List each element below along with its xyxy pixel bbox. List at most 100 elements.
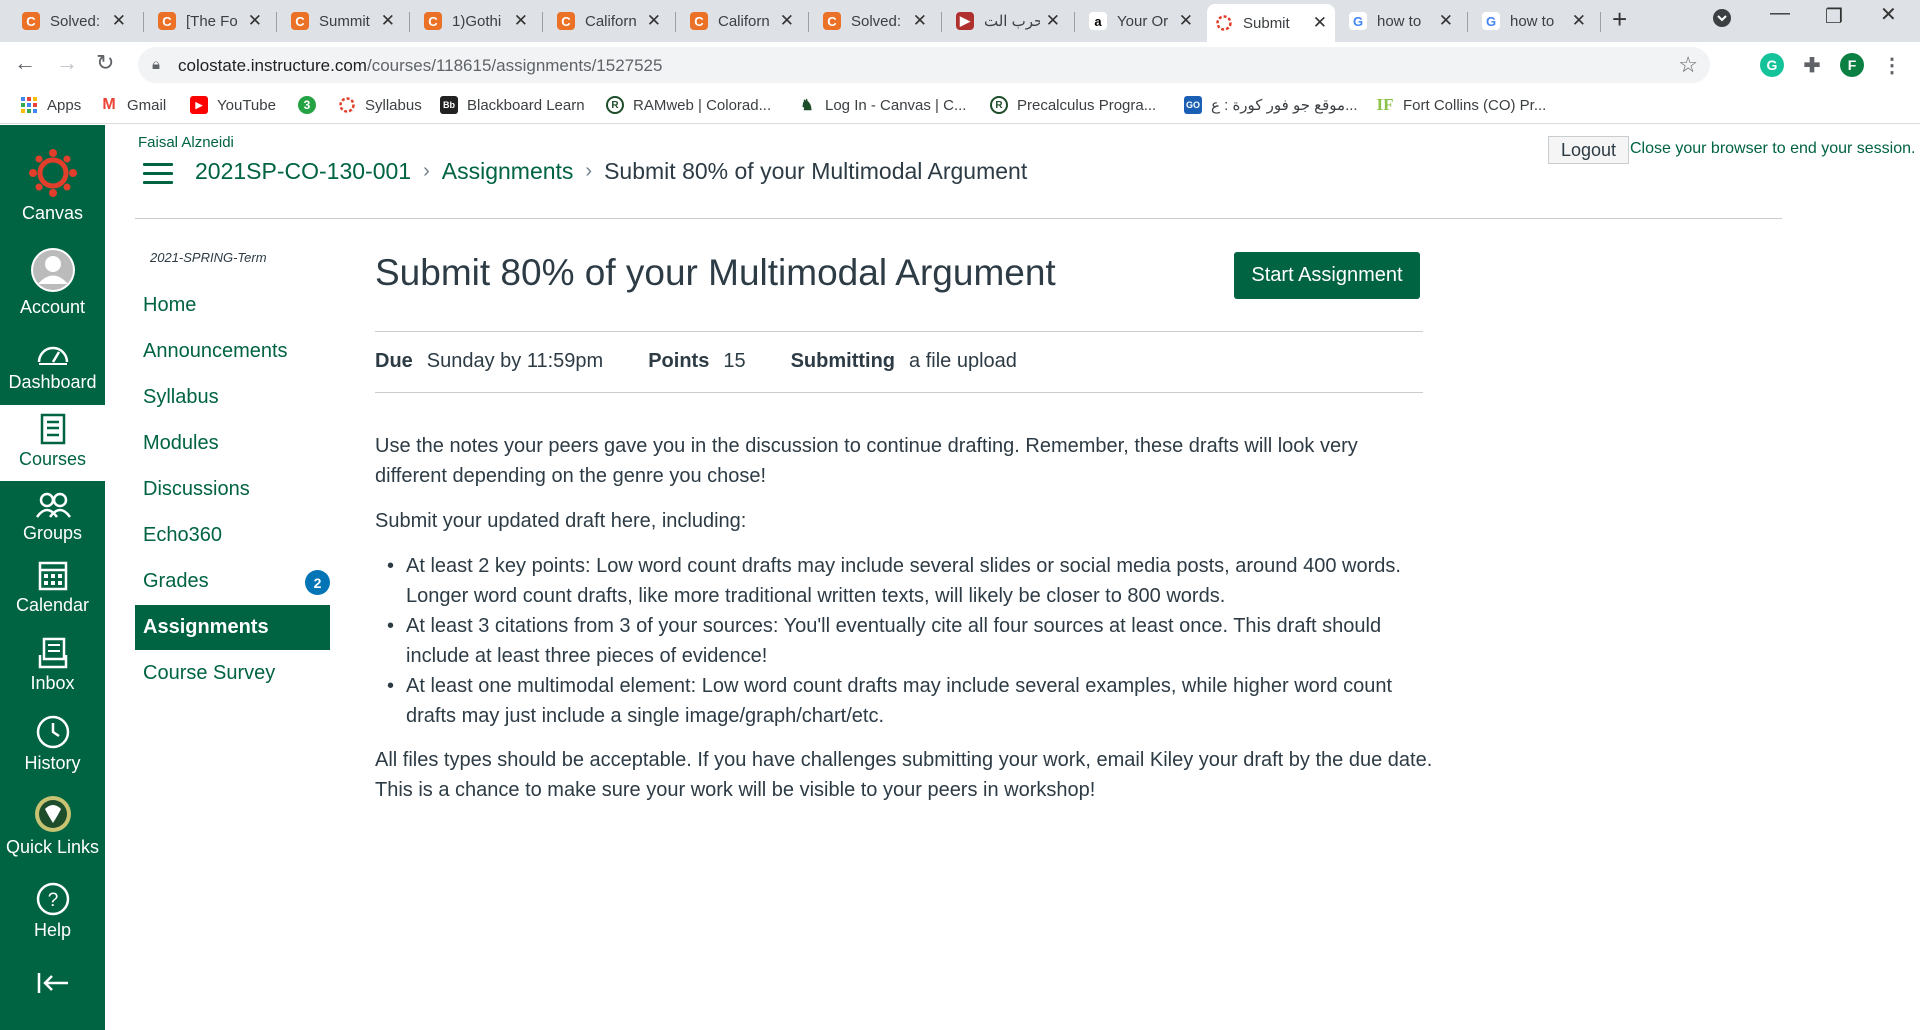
browser-tab[interactable]: C Summit ✕ [283, 6, 403, 36]
bookmark-syllabus[interactable]: Syllabus [338, 96, 422, 114]
tab-separator [941, 12, 942, 32]
bookmark-green-3[interactable]: 3 [298, 96, 325, 114]
restore-icon[interactable]: ❐ [1825, 4, 1843, 29]
course-nav-grades[interactable]: Grades [135, 559, 330, 604]
csu-ram-icon [34, 796, 71, 832]
global-nav-label: Quick Links [5, 837, 100, 857]
close-tab-icon[interactable]: ✕ [248, 11, 262, 31]
bookmark-precalculus[interactable]: R Precalculus Progra... [990, 96, 1156, 114]
bookmark-gmail[interactable]: M Gmail [100, 96, 166, 114]
bookmark-apps[interactable]: Apps [20, 96, 81, 114]
extensions-puzzle-icon[interactable]: ✚ [1800, 53, 1824, 77]
user-name[interactable]: Faisal Alzneidi [138, 134, 234, 151]
bookmark-blackboard[interactable]: Bb Blackboard Learn [440, 96, 585, 114]
global-nav-groups[interactable]: Groups [0, 491, 105, 544]
browser-tab-strip: C Solved: ✕ C [The Fo ✕ C Summit ✕ C 1)G… [0, 0, 1920, 42]
close-tab-icon[interactable]: ✕ [1046, 11, 1060, 31]
grammarly-icon[interactable]: G [1760, 53, 1784, 77]
bookmark-label: موقع جو فور كورة : ع... [1211, 97, 1358, 114]
close-tab-icon[interactable]: ✕ [1439, 11, 1453, 31]
course-nav-syllabus[interactable]: Syllabus [135, 375, 330, 420]
new-tab-button[interactable]: + [1612, 4, 1627, 35]
bookmark-star-icon[interactable]: ☆ [1678, 52, 1698, 78]
minimize-icon[interactable]: — [1770, 2, 1790, 25]
profile-avatar[interactable]: F [1840, 53, 1864, 77]
close-tab-icon[interactable]: ✕ [1179, 11, 1193, 31]
collapse-nav-button[interactable] [0, 971, 105, 999]
logout-button[interactable]: Logout [1548, 136, 1630, 164]
global-nav-dashboard[interactable]: Dashboard [0, 340, 105, 393]
bookmark-label: Fort Collins (CO) Pr... [1403, 96, 1547, 114]
bookmark-fort-collins[interactable]: IF Fort Collins (CO) Pr... [1376, 95, 1547, 114]
bookmark-ramweb[interactable]: R RAMweb | Colorad... [606, 96, 771, 114]
logout-message: Close your browser to end your session. [1630, 140, 1916, 157]
address-bar[interactable]: 🔒︎ colostate.instructure.com/courses/118… [138, 47, 1710, 83]
bookmark-koora[interactable]: GO موقع جو فور كورة : ع... [1184, 96, 1358, 114]
breadcrumb-chevron-icon: › [585, 160, 593, 182]
account-avatar-icon [30, 248, 75, 292]
global-nav-help[interactable]: ? Help [0, 882, 105, 941]
browser-tab[interactable]: a Your Or ✕ [1081, 6, 1201, 36]
close-tab-icon[interactable]: ✕ [112, 11, 126, 31]
global-nav-quick-links[interactable]: Quick Links [0, 795, 105, 858]
browser-tab[interactable]: C [The Fo ✕ [150, 6, 270, 36]
assignment-title: Submit 80% of your Multimodal Argument [375, 252, 1056, 293]
browser-tab[interactable]: C Solved: ✕ [14, 6, 134, 36]
breadcrumb-assignments[interactable]: Assignments [442, 158, 574, 185]
course-nav-announcements[interactable]: Announcements [135, 329, 330, 374]
close-window-icon[interactable]: ✕ [1880, 2, 1897, 27]
browser-tab[interactable]: ▶ حرب الت ✕ [948, 6, 1068, 36]
reload-icon[interactable]: ↻ [96, 50, 114, 76]
start-assignment-button[interactable]: Start Assignment [1234, 252, 1420, 299]
course-nav-discussions[interactable]: Discussions [135, 467, 330, 512]
global-nav-account[interactable]: Account [0, 247, 105, 318]
global-nav-courses[interactable]: Courses [0, 405, 105, 481]
close-tab-icon[interactable]: ✕ [647, 11, 661, 31]
close-tab-icon[interactable]: ✕ [1313, 13, 1327, 33]
bookmark-label: Gmail [127, 96, 167, 114]
bookmark-youtube[interactable]: ▶ YouTube [190, 96, 276, 114]
browser-tab[interactable]: C Californ ✕ [682, 6, 802, 36]
points-label: Points [648, 350, 710, 372]
header-divider [135, 218, 1782, 219]
course-nav-echo360[interactable]: Echo360 [135, 513, 330, 558]
url-path: /courses/118615/assignments/1527525 [366, 56, 663, 75]
due-value: Sunday by 11:59pm [426, 350, 604, 372]
paragraph-line: This is a chance to make sure your work … [375, 779, 1096, 801]
browser-tab[interactable]: C Solved: ✕ [815, 6, 935, 36]
more-menu-icon[interactable]: ⋮ [1880, 53, 1904, 77]
browser-tab[interactable]: G how to ✕ [1474, 6, 1594, 36]
canvas-logo[interactable]: Canvas [0, 147, 105, 224]
browser-tab-active[interactable]: Submit ✕ [1207, 4, 1335, 42]
bookmark-canvas-login[interactable]: ♞ Log In - Canvas | C... [798, 96, 966, 115]
global-nav-calendar[interactable]: Calendar [0, 559, 105, 616]
tab-title: Solved: [50, 12, 101, 30]
points-value: 15 [723, 350, 746, 372]
global-nav-inbox[interactable]: Inbox [0, 637, 105, 694]
close-tab-icon[interactable]: ✕ [381, 11, 395, 31]
course-nav-course-survey[interactable]: Course Survey [135, 651, 330, 696]
tab-search-icon[interactable] [1712, 8, 1732, 34]
browser-tab[interactable]: C Californ ✕ [549, 6, 669, 36]
hamburger-menu-icon[interactable] [143, 163, 173, 185]
forward-arrow-icon[interactable]: → [56, 50, 78, 76]
list-item-line: At least 2 key points: Low word count dr… [406, 555, 1401, 577]
list-item: At least one multimodal element: Low wor… [375, 671, 1435, 731]
browser-tab[interactable]: C 1)Gothi ✕ [416, 6, 536, 36]
close-tab-icon[interactable]: ✕ [514, 11, 528, 31]
close-tab-icon[interactable]: ✕ [780, 11, 794, 31]
course-nav-home[interactable]: Home [135, 283, 330, 328]
chegg-icon: C [22, 12, 40, 30]
list-item-line: drafts may just include a single image/g… [406, 705, 885, 727]
course-nav-modules[interactable]: Modules [135, 421, 330, 466]
tab-title: Californ [718, 12, 770, 30]
tab-separator [1467, 12, 1468, 32]
back-arrow-icon[interactable]: ← [14, 50, 36, 76]
browser-tab[interactable]: G how to ✕ [1341, 6, 1461, 36]
global-nav-history[interactable]: History [0, 715, 105, 774]
close-tab-icon[interactable]: ✕ [913, 11, 927, 31]
breadcrumb-course[interactable]: 2021SP-CO-130-001 [195, 158, 411, 185]
course-nav-assignments[interactable]: Assignments [135, 605, 330, 650]
paragraph-line: All files types should be acceptable. If… [375, 749, 1433, 771]
close-tab-icon[interactable]: ✕ [1572, 11, 1586, 31]
